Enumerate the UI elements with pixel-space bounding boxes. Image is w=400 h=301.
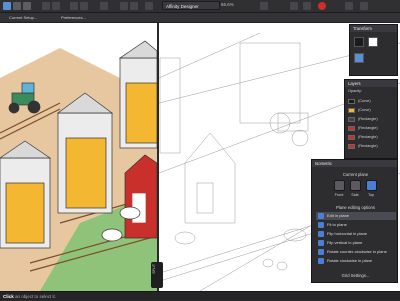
layer-thumbnail — [348, 144, 355, 149]
grid-icon[interactable] — [70, 2, 78, 10]
boolean-icon[interactable] — [145, 2, 153, 10]
layer-thumbnail — [348, 135, 355, 140]
view-mode-icon[interactable] — [260, 2, 268, 10]
rotate-ccw-option[interactable]: Rotate counter-clockwise in plane — [316, 248, 396, 256]
opacity-label: Opacity: — [348, 89, 362, 93]
layer-label: (Rectangle) — [358, 135, 378, 139]
layer-label: (Curve) — [358, 99, 371, 103]
brush-icon[interactable] — [318, 2, 326, 10]
fill-swatch[interactable] — [354, 37, 364, 47]
layers-panel-title: Layers — [345, 80, 397, 87]
isometric-panel-title: Isometric — [312, 160, 397, 167]
split-divider[interactable] — [157, 23, 159, 291]
colour-icon[interactable] — [290, 2, 298, 10]
transform-panel: Transform — [349, 24, 398, 76]
layer-row[interactable]: (Rectangle) — [348, 116, 388, 123]
layer-row[interactable]: (Curve) — [348, 98, 388, 105]
settings-icon[interactable] — [303, 2, 311, 10]
side-plane-label: Side — [351, 193, 359, 197]
current-setup-button[interactable]: Current Setup... — [6, 14, 40, 21]
status-bar: Click an object to select it. — [0, 291, 400, 300]
transform-panel-title: Transform — [350, 25, 397, 32]
layers-panel: Layers Opacity: (Curve) (Curve) (Rectang… — [344, 79, 398, 159]
layer-row[interactable]: (Rectangle) — [348, 125, 388, 132]
new-icon[interactable] — [42, 2, 50, 10]
grid-settings-button[interactable]: Grid Settings... — [312, 273, 399, 278]
status-text: an object to select it. — [13, 294, 57, 299]
layer-label: (Rectangle) — [358, 126, 378, 130]
layer-label: (Rectangle) — [358, 117, 378, 121]
layer-thumbnail — [348, 126, 355, 131]
silo-3 — [118, 40, 158, 149]
snap-icon[interactable] — [80, 2, 88, 10]
document-name-field[interactable]: Affinity Designer — [162, 1, 220, 10]
assistant-icon[interactable] — [345, 2, 353, 10]
layer-thumbnail — [348, 99, 355, 104]
rotate-cw-icon — [318, 258, 324, 264]
current-plane-label: Current plane — [342, 172, 369, 177]
fit-to-plane-icon — [318, 222, 324, 228]
plane-editing-label: Plane editing options — [336, 205, 375, 210]
layer-thumbnail — [348, 117, 355, 122]
persona-designer-icon[interactable] — [3, 2, 11, 10]
persona-pixel-icon[interactable] — [13, 2, 21, 10]
main-toolbar: Affinity Designer 66.6% — [0, 0, 400, 13]
top-plane-label: Top — [367, 193, 375, 197]
flip-horizontal-icon — [318, 231, 324, 237]
rotate-cw-option[interactable]: Rotate clockwise in plane — [316, 257, 396, 265]
edit-in-plane-icon — [318, 213, 324, 219]
status-bold: Click — [3, 294, 14, 299]
flip-vertical-icon — [318, 240, 324, 246]
layer-row[interactable]: (Curve) — [348, 107, 388, 114]
top-plane-button[interactable] — [366, 180, 377, 191]
open-icon[interactable] — [52, 2, 60, 10]
layer-row[interactable]: (Rectangle) — [348, 134, 388, 141]
flip-vertical-option[interactable]: Flip vertical in plane — [316, 239, 396, 247]
isometric-panel: Isometric Current plane Front Side Top P… — [311, 159, 398, 283]
side-plane-button[interactable] — [350, 180, 361, 191]
colour-wheel-swatch[interactable] — [354, 53, 364, 63]
preferences-button[interactable]: Preferences... — [58, 14, 89, 21]
edit-in-plane-option[interactable]: Edit in plane — [316, 212, 396, 220]
front-plane-button[interactable] — [334, 180, 345, 191]
align-icon[interactable] — [130, 2, 138, 10]
flip-horizontal-option[interactable]: Flip horizontal in plane — [316, 230, 396, 238]
layers-order-icon[interactable] — [120, 2, 128, 10]
layer-label: (Rectangle) — [358, 144, 378, 148]
layer-thumbnail — [348, 108, 355, 113]
colored-render — [0, 40, 158, 291]
persona-export-icon[interactable] — [23, 2, 31, 10]
front-plane-label: Front — [334, 193, 344, 197]
split-view-label: SPLIT — [152, 264, 156, 274]
window-icon[interactable] — [360, 2, 368, 10]
context-toolbar: Current Setup... Preferences... — [0, 13, 400, 23]
layer-row[interactable]: (Rectangle) — [348, 143, 388, 150]
zoom-level[interactable]: 66.6% — [221, 2, 234, 7]
layer-label: (Curve) — [358, 108, 371, 112]
fit-to-plane-option[interactable]: Fit to plane — [316, 221, 396, 229]
stroke-swatch[interactable] — [368, 37, 378, 47]
isometric-icon[interactable] — [100, 2, 108, 10]
silo-2 — [56, 92, 114, 214]
rotate-ccw-icon — [318, 249, 324, 255]
silo-1 — [0, 140, 52, 249]
